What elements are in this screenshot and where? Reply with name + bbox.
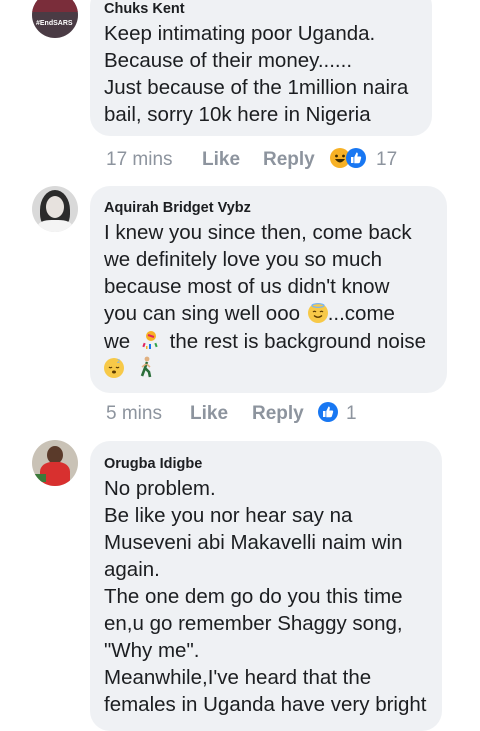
reply-button[interactable]: Reply bbox=[263, 149, 315, 171]
reaction-icons[interactable] bbox=[318, 402, 338, 424]
avatar-text: #EndSARS bbox=[36, 20, 73, 27]
avatar[interactable]: #EndSARS bbox=[32, 0, 78, 38]
comment-author[interactable]: Orugba Idigbe bbox=[104, 456, 202, 472]
comment-text-segment: ...come bbox=[327, 302, 395, 325]
comment-text-segment: the rest is background noise bbox=[169, 330, 427, 353]
comment-text-line: Meanwhile,I've heard that the bbox=[104, 666, 372, 689]
comment-text-line: "Why me". bbox=[104, 639, 200, 662]
reaction-count[interactable]: 17 bbox=[376, 149, 397, 171]
comment-author[interactable]: Aquirah Bridget Vybz bbox=[104, 200, 251, 216]
comment-text-line: Museveni abi Makavelli naim win bbox=[104, 531, 403, 554]
reply-button[interactable]: Reply bbox=[252, 403, 304, 425]
comment-time: 5 mins bbox=[106, 403, 162, 424]
comment-text-line: we the rest is background noise bbox=[104, 329, 426, 354]
comment-text-line: Keep intimating poor Uganda. bbox=[104, 22, 376, 45]
like-button[interactable]: Like bbox=[190, 403, 228, 425]
comment-text-line: I knew you since then, come back bbox=[104, 221, 412, 244]
confetti-icon bbox=[140, 329, 160, 349]
person-walking-icon bbox=[136, 356, 156, 378]
comment-text-line: again. bbox=[104, 558, 160, 581]
comment-text-line: No problem. bbox=[104, 477, 216, 500]
comment-text-line: bail, sorry 10k here in Nigeria bbox=[104, 103, 371, 126]
comment-text-line: because most of us didn't know bbox=[104, 275, 390, 298]
avatar[interactable] bbox=[32, 186, 78, 232]
comment-text-line: we definitely love you so much bbox=[104, 248, 383, 271]
comment-bubble[interactable]: Chuks Kent Keep intimating poor Uganda. … bbox=[90, 0, 432, 136]
comment-text-line: Just because of the 1million naira bbox=[104, 76, 409, 99]
comment-text-line: z bbox=[104, 356, 156, 381]
like-icon bbox=[346, 148, 366, 168]
comment-text-segment: you can sing well ooo bbox=[104, 302, 301, 325]
like-button[interactable]: Like bbox=[202, 149, 240, 171]
sleeping-face-icon: z bbox=[104, 358, 124, 378]
reaction-count[interactable]: 1 bbox=[346, 403, 357, 425]
comment-text-line: The one dem go do you this time bbox=[104, 585, 403, 608]
avatar[interactable] bbox=[32, 440, 78, 486]
reaction-icons[interactable] bbox=[330, 148, 366, 170]
comment-time: 17 mins bbox=[106, 149, 173, 170]
like-icon bbox=[318, 402, 338, 422]
comment-bubble[interactable]: Aquirah Bridget Vybz I knew you since th… bbox=[90, 186, 447, 393]
comment-text-line: Because of their money...... bbox=[104, 49, 353, 72]
comment-text-line: Be like you nor hear say na bbox=[104, 504, 353, 527]
comment-author[interactable]: Chuks Kent bbox=[104, 1, 185, 17]
comment-text-line: you can sing well ooo ...come bbox=[104, 302, 395, 326]
comment-text-line: en,u go remember Shaggy song, bbox=[104, 612, 403, 635]
svg-text:z: z bbox=[117, 358, 120, 365]
smiling-face-with-halo-icon bbox=[307, 303, 328, 323]
comment-text-line: females in Uganda have very bright bbox=[104, 693, 427, 716]
comment-text-segment: we bbox=[104, 330, 131, 353]
comment-bubble[interactable]: Orugba Idigbe No problem. Be like you no… bbox=[90, 441, 442, 731]
